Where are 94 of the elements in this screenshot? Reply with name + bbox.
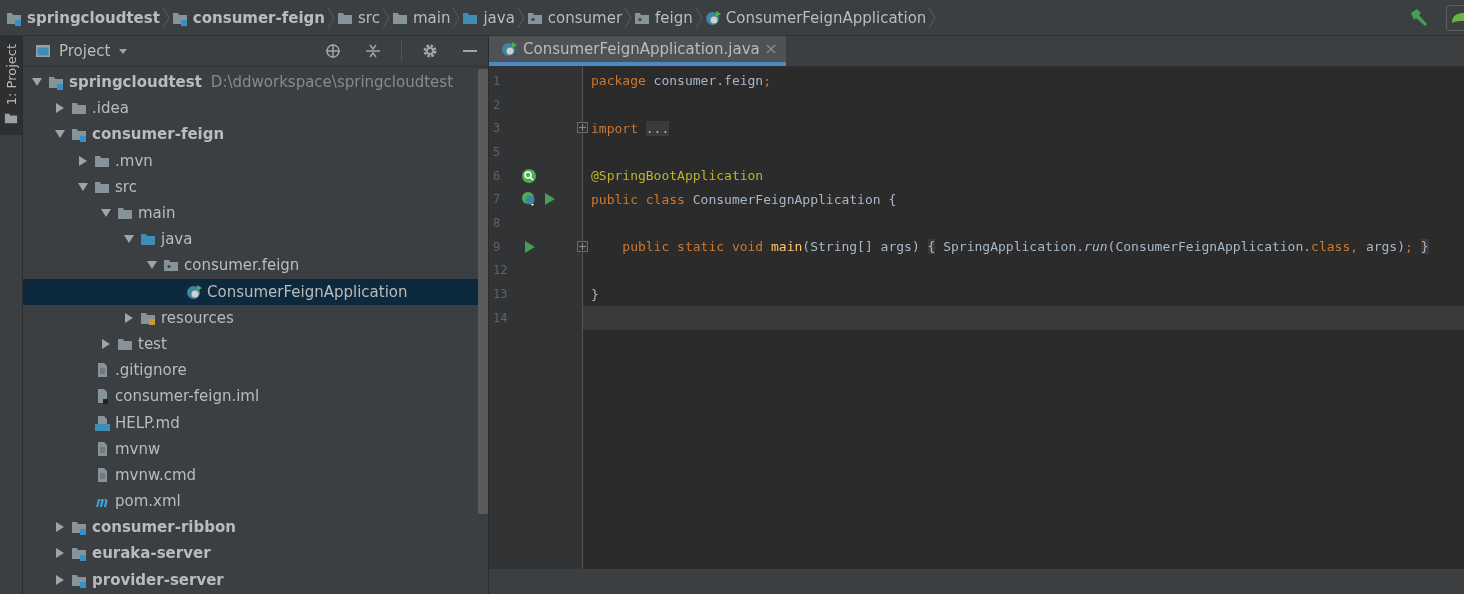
tree-item-label: consumer-feign.iml xyxy=(115,387,260,406)
chevron-icon xyxy=(161,6,170,29)
module-folder-icon xyxy=(48,74,64,91)
fold-icon[interactable] xyxy=(577,122,588,134)
tree-item-label: pom.xml xyxy=(115,492,181,511)
expand-arrow-icon[interactable] xyxy=(123,311,135,324)
spring-class-icon xyxy=(186,283,202,300)
window-icon xyxy=(35,43,51,59)
tree-item[interactable]: consumer.feign xyxy=(23,252,478,279)
expand-arrow-icon[interactable] xyxy=(77,180,89,193)
breadcrumb[interactable]: feign xyxy=(634,8,693,27)
package-icon xyxy=(163,257,179,274)
caret-icon[interactable] xyxy=(118,46,129,56)
tree-item-label: src xyxy=(115,177,137,196)
expand-arrow-icon[interactable] xyxy=(100,337,112,350)
tree-item-label: .idea xyxy=(92,99,129,118)
tree-item-label: .mvn xyxy=(115,151,153,170)
module-folder-icon xyxy=(71,545,87,562)
expand-arrow-icon[interactable] xyxy=(54,573,66,586)
tree-item-label: provider-server xyxy=(92,570,224,589)
tree-item[interactable]: src xyxy=(23,173,478,200)
tree-item[interactable]: pom.xml xyxy=(23,488,478,515)
tree-item-label: resources xyxy=(161,308,234,327)
tree-item[interactable]: mvnw.cmd xyxy=(23,461,478,488)
panel-title[interactable]: Project xyxy=(59,42,111,60)
tree-item[interactable]: .idea xyxy=(23,95,478,122)
tree-item-label: consumer-ribbon xyxy=(92,518,236,537)
breadcrumb[interactable]: src xyxy=(337,8,380,27)
breadcrumb[interactable]: consumer xyxy=(526,8,623,27)
project-tool-tab[interactable]: 1: Project xyxy=(0,36,22,136)
folder-icon xyxy=(117,205,133,222)
chevron-icon xyxy=(381,6,390,29)
fold-icon[interactable] xyxy=(577,240,588,252)
chevron-icon xyxy=(694,6,703,29)
expand-arrow-icon[interactable] xyxy=(77,154,89,167)
tree-item-label: .gitignore xyxy=(115,361,187,380)
tree-item-label: java xyxy=(161,230,193,249)
tree-item[interactable]: main xyxy=(23,199,478,227)
tree-item-label: springcloudtest xyxy=(69,73,202,92)
spring-class-icon xyxy=(521,191,537,208)
tree-item[interactable]: .gitignore xyxy=(23,357,478,384)
tree-item-label: consumer-feign xyxy=(92,125,225,144)
expand-arrow-icon[interactable] xyxy=(54,102,66,115)
tree-item-label: test xyxy=(138,334,167,353)
tree-item-label: main xyxy=(138,204,176,223)
tree-item[interactable]: provider-server xyxy=(23,566,478,593)
leaf-button-icon[interactable] xyxy=(1446,4,1464,31)
tree-item-label: HELP.md xyxy=(115,413,180,432)
scrollbar-thumb[interactable] xyxy=(478,69,488,514)
markdown-file-icon xyxy=(94,414,110,431)
breadcrumb[interactable]: main xyxy=(391,8,451,27)
tree-item[interactable]: euraka-server xyxy=(23,540,478,567)
spring-bean-icon xyxy=(521,167,537,184)
locate-icon[interactable] xyxy=(325,43,341,59)
tree-item-label: mvnw.cmd xyxy=(115,465,197,484)
breadcrumb[interactable]: consumer-feign xyxy=(171,8,325,27)
tree-item[interactable]: consumer-ribbon xyxy=(23,514,478,541)
tree-item-label: euraka-server xyxy=(92,544,211,563)
breadcrumb[interactable]: java xyxy=(462,8,515,27)
chevron-icon xyxy=(516,6,525,29)
tree-item[interactable]: ConsumerFeignApplication xyxy=(23,278,478,305)
close-icon[interactable] xyxy=(765,44,776,54)
breadcrumb[interactable]: springcloudtest xyxy=(6,8,160,27)
collapse-icon[interactable] xyxy=(365,43,381,59)
folder-icon xyxy=(71,100,87,117)
chevron-icon xyxy=(624,6,633,29)
module-folder-icon xyxy=(71,519,87,536)
folder-icon xyxy=(140,231,156,248)
folder-icon xyxy=(4,111,18,126)
tree-item-label: mvnw xyxy=(115,439,161,458)
expand-arrow-icon[interactable] xyxy=(54,547,66,560)
chevron-icon xyxy=(452,6,461,29)
tree-item[interactable]: resources xyxy=(23,304,478,331)
expand-arrow-icon[interactable] xyxy=(54,521,66,534)
spring-class-icon xyxy=(501,41,517,57)
module-folder-icon xyxy=(71,126,87,143)
tree-item-label: ConsumerFeignApplication xyxy=(207,282,408,301)
chevron-icon xyxy=(327,6,335,29)
chevron-icon xyxy=(928,6,937,29)
spring-class-icon xyxy=(704,9,721,26)
tree-item[interactable]: test xyxy=(23,330,478,358)
hammer-icon[interactable] xyxy=(1408,6,1430,29)
project-path: D:\ddworkspace\springcloudtest xyxy=(210,73,453,92)
tree-item[interactable]: consumer-feign xyxy=(23,121,478,148)
settings-icon[interactable] xyxy=(422,43,438,59)
tree-item-label: consumer.feign xyxy=(184,256,300,275)
tree-item[interactable]: .mvn xyxy=(23,147,478,174)
editor-tab[interactable]: ConsumerFeignApplication.java xyxy=(489,36,786,66)
tree-item[interactable]: springcloudtest D:\ddworkspace\springcloudtest xyxy=(23,69,478,96)
tree-item[interactable]: HELP.md xyxy=(23,409,478,436)
tree-item[interactable]: consumer-feign.iml xyxy=(23,383,478,410)
tree-item[interactable]: mvnw xyxy=(23,435,478,462)
tree-item[interactable]: java xyxy=(23,226,478,253)
breadcrumb[interactable]: ConsumerFeignApplication xyxy=(704,8,927,27)
